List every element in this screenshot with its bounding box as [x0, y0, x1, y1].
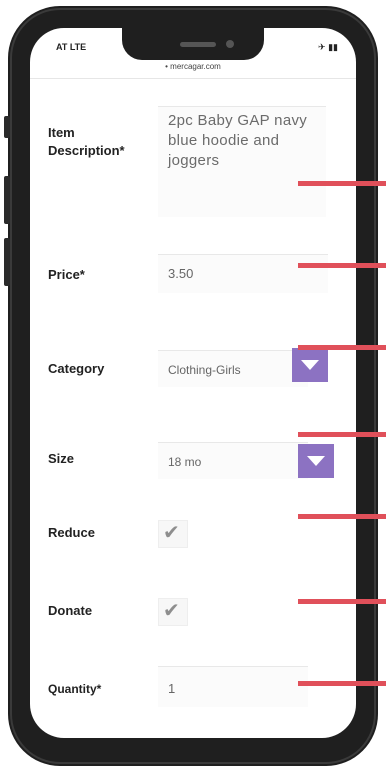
size-select[interactable]: 18 mo — [158, 442, 308, 479]
quantity-input[interactable]: 1 — [158, 666, 308, 707]
chevron-down-icon[interactable] — [298, 444, 334, 478]
check-icon: ✔ — [163, 522, 180, 544]
mute-switch — [4, 116, 10, 138]
item-description-label: Item Description* — [48, 125, 125, 158]
quantity-label: Quantity* — [48, 682, 102, 696]
donate-checkbox[interactable]: ✔ — [158, 598, 188, 626]
volume-up-button — [4, 176, 10, 224]
check-icon: ✔ — [163, 600, 180, 622]
item-form: Item Description* 2pc Baby GAP navy blue… — [30, 28, 356, 738]
callout-line-reduce — [298, 514, 386, 519]
reduce-label: Reduce — [48, 525, 95, 540]
phone-frame: AT LTE ✈ ▮▮ • mercagar.com Item Descript… — [4, 6, 378, 766]
callout-line-donate — [298, 599, 386, 604]
category-label: Category — [48, 361, 105, 376]
price-label: Price* — [48, 267, 85, 282]
chevron-down-icon[interactable] — [292, 348, 328, 382]
callout-line-price — [298, 263, 386, 268]
callout-line-quantity — [298, 681, 386, 686]
size-value: 18 mo — [168, 455, 202, 469]
callout-line-category — [298, 345, 386, 350]
quantity-value: 1 — [168, 681, 176, 696]
item-description-field[interactable]: 2pc Baby GAP navy blue hoodie and jogger… — [158, 106, 326, 217]
category-value: Clothing-Girls — [168, 363, 241, 377]
phone-screen: AT LTE ✈ ▮▮ • mercagar.com Item Descript… — [30, 28, 356, 738]
callout-line-description — [298, 181, 386, 186]
size-label: Size — [48, 451, 75, 466]
category-select[interactable]: Clothing-Girls — [158, 350, 308, 387]
volume-down-button — [4, 238, 10, 286]
reduce-checkbox[interactable]: ✔ — [158, 520, 188, 548]
callout-line-size — [298, 432, 386, 437]
price-value: 3.50 — [168, 266, 194, 281]
price-input[interactable]: 3.50 — [158, 254, 328, 293]
item-description-value: 2pc Baby GAP navy blue hoodie and jogger… — [168, 112, 308, 169]
donate-label: Donate — [48, 603, 93, 618]
